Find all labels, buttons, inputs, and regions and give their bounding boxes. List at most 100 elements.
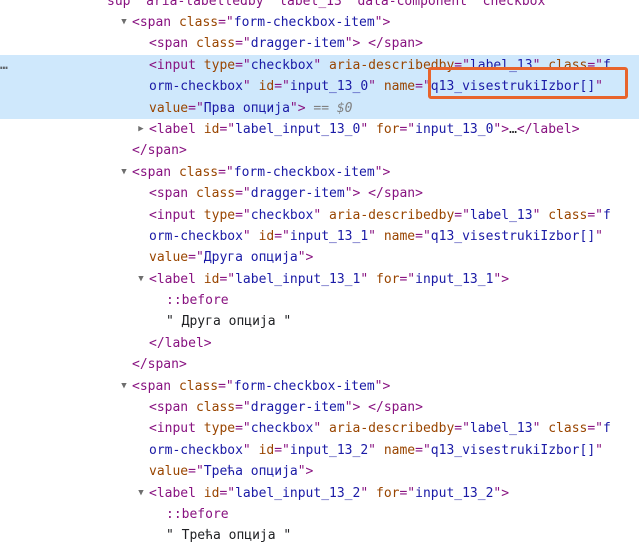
token: =" [188,250,204,266]
token: for [376,271,400,287]
token: <label [149,485,204,501]
token: name [383,79,416,95]
dom-node-line[interactable]: </span> [0,140,639,161]
token: =" [219,121,236,137]
token: "> [374,378,391,394]
token: label_13 [469,207,533,223]
token: =" [274,228,290,244]
token: id [203,485,220,501]
dom-node-line[interactable]: ▶ <label id="label_input_13_0" for="inpu… [0,119,639,140]
token: q13_visestrukiIzbor[] [430,442,596,458]
more-options-icon[interactable]: … [0,55,8,76]
dom-node-line[interactable]: ▼ <span class="form-checkbox-item"> [0,162,639,183]
dom-node-text: value="Прва опција"> == $0 [149,98,353,119]
token: " [313,57,330,73]
token: =" [219,485,236,501]
dom-node-line[interactable]: " Трећа опција " [0,525,639,546]
token: label_13 [469,421,533,437]
token: aria-describedby [329,207,455,223]
dom-node-line[interactable]: ▼ <label id="label_input_13_2" for="inpu… [0,483,639,504]
token: value [149,100,189,116]
dom-node-text: ::before [166,504,229,525]
token: <label [149,271,204,287]
token: "> </span> [344,186,423,202]
expand-arrow-icon[interactable]: ▼ [118,12,130,33]
dom-node-text: <span class="form-checkbox-item"> [132,12,390,33]
token: <span [149,186,196,202]
dom-node-line[interactable]: <span class="dragger-item"> </span> [0,397,639,418]
dom-node-line[interactable]: orm-checkbox" id="input_13_2" name="q13_… [0,440,639,461]
dom-node-line[interactable]: value="Трећа опција"> [0,461,639,482]
token: =" [415,442,431,458]
token: class [195,36,236,52]
token: =" [235,57,251,73]
dom-node-line[interactable]: ::before [0,504,639,525]
dom-node-line[interactable]: ▼ <label id="label_input_13_1" for="inpu… [0,269,639,290]
token: <span [132,378,179,394]
dom-node-line[interactable]: ::before [0,290,639,311]
dom-node-line[interactable]: ▼ <span class="form-checkbox-item"> [0,376,639,397]
token: "> </span> [344,36,423,52]
token: "> [493,485,510,501]
dom-node-line[interactable]: " Друга опција " [0,311,639,332]
token: Трећа опција [203,464,298,480]
dom-node-text: </label> [149,333,212,354]
token: " [313,421,330,437]
collapsed-ellipsis[interactable]: … [509,122,517,137]
token: " [360,271,376,287]
dom-node-text: <label id="label_input_13_1" for="input_… [149,269,509,290]
token: for [376,121,400,137]
dom-node-line[interactable]: orm-checkbox" id="input_13_1" name="q13_… [0,226,639,247]
token: type [203,57,236,73]
token: =" [188,464,204,480]
token: orm-checkbox [149,442,243,458]
token: name [383,228,416,244]
token: class [195,186,236,202]
token: =" [399,121,416,137]
dom-node-text: <span class="dragger-item"> </span> [149,183,423,204]
token: id [258,79,275,95]
expand-arrow-icon[interactable]: ▶ [135,119,147,140]
token: f [603,207,611,223]
dom-node-line[interactable]: <input type="checkbox" aria-describedby=… [0,205,639,226]
dom-node-line[interactable]: </span> [0,354,639,375]
text-node: " Трећа опција " [166,528,292,544]
dom-node-line[interactable]: ▼ <span class="form-checkbox-item"> [0,12,639,33]
dom-node-text: value="Друга опција"> [149,247,313,268]
token: " [368,79,384,95]
pseudo-element: ::before [166,293,229,309]
token: input_13_0 [415,121,494,137]
token: "> </span> [344,400,423,416]
selected-dom-node-line[interactable]: value="Прва опција"> == $0 [0,97,639,119]
token: <input [149,57,204,73]
token: aria-describedby [329,421,455,437]
token: <span [132,15,179,30]
token: <span [149,400,196,416]
token: <label [149,121,204,137]
dom-node-line[interactable]: <span class="dragger-item"> </span> [0,33,639,54]
token: checkbox [250,207,314,223]
expand-arrow-icon[interactable]: ▼ [135,483,147,504]
token: =" [235,36,251,52]
partial-top-text: sup aria-labelledby label_13 data-compon… [107,0,546,9]
token: =" [218,164,234,180]
expand-arrow-icon[interactable]: ▼ [118,376,130,397]
token: " [360,121,376,137]
dom-node-line[interactable]: <span class="dragger-item"> </span> [0,183,639,204]
token: =" [399,271,416,287]
token: id [203,121,220,137]
expand-arrow-icon[interactable]: ▼ [135,269,147,290]
dom-node-text: value="Трећа опција"> [149,461,313,482]
token: =" [235,207,251,223]
dom-node-line[interactable]: value="Друга опција"> [0,247,639,268]
token: =" [399,485,416,501]
expand-arrow-icon[interactable]: ▼ [118,162,130,183]
token: " [532,421,549,437]
token: <input [149,421,204,437]
dom-node-line[interactable]: </label> [0,333,639,354]
dom-node-text: <label id="label_input_13_0" for="input_… [149,119,580,140]
token: " [313,207,330,223]
token: <span [149,36,196,52]
dom-node-line[interactable]: <input type="checkbox" aria-describedby=… [0,418,639,439]
token: class [548,207,588,223]
